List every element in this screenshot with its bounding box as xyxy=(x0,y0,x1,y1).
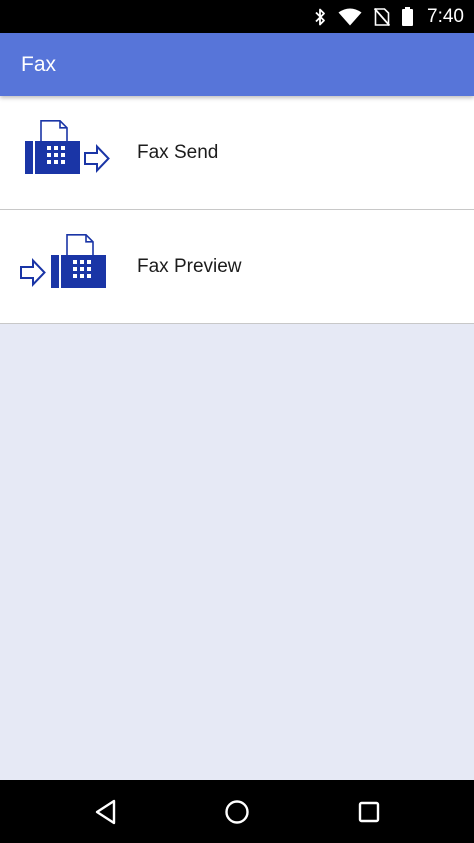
home-button[interactable] xyxy=(219,794,255,830)
bluetooth-icon xyxy=(315,8,325,25)
wifi-icon xyxy=(338,8,362,25)
no-sim-icon xyxy=(374,7,391,26)
menu-item-label: Fax Preview xyxy=(137,256,242,277)
fax-preview-icon xyxy=(20,234,106,288)
menu-item-fax-preview[interactable]: Fax Preview xyxy=(0,210,474,324)
status-icons: 7:40 xyxy=(314,0,464,33)
fax-menu-list: Fax Send Fax Preview xyxy=(0,96,474,324)
navigation-bar xyxy=(0,780,474,843)
clock: 7:40 xyxy=(427,5,464,27)
app-title: Fax xyxy=(21,53,57,76)
fax-send-icon xyxy=(25,120,110,174)
menu-item-label: Fax Send xyxy=(137,142,219,163)
back-button[interactable] xyxy=(88,794,124,830)
home-icon xyxy=(225,800,249,824)
menu-item-fax-send[interactable]: Fax Send xyxy=(0,96,474,210)
recents-button[interactable] xyxy=(351,794,387,830)
app-bar: Fax xyxy=(0,33,474,96)
recents-icon xyxy=(358,801,380,823)
battery-icon xyxy=(402,7,414,26)
status-bar: 7:40 xyxy=(0,0,474,33)
back-icon xyxy=(95,799,116,825)
